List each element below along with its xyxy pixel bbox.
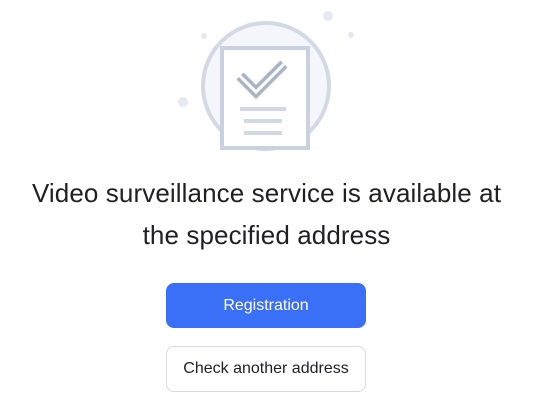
document-line (244, 131, 282, 135)
document-line (244, 119, 282, 123)
decor-dot (348, 32, 354, 38)
registration-button[interactable]: Registration (166, 283, 366, 328)
document-line (240, 107, 286, 111)
address-check-result: Video surveillance service is available … (0, 0, 533, 413)
decor-dot (201, 33, 207, 39)
document-check-icon (178, 11, 354, 151)
result-title-line1: Video surveillance service is available … (31, 178, 502, 208)
check-another-address-button[interactable]: Check another address (166, 346, 366, 392)
result-title: Video surveillance service is available … (0, 172, 533, 256)
decor-dot (323, 11, 333, 21)
result-title-line2: the specified address (142, 220, 391, 250)
decor-dot (178, 97, 188, 107)
